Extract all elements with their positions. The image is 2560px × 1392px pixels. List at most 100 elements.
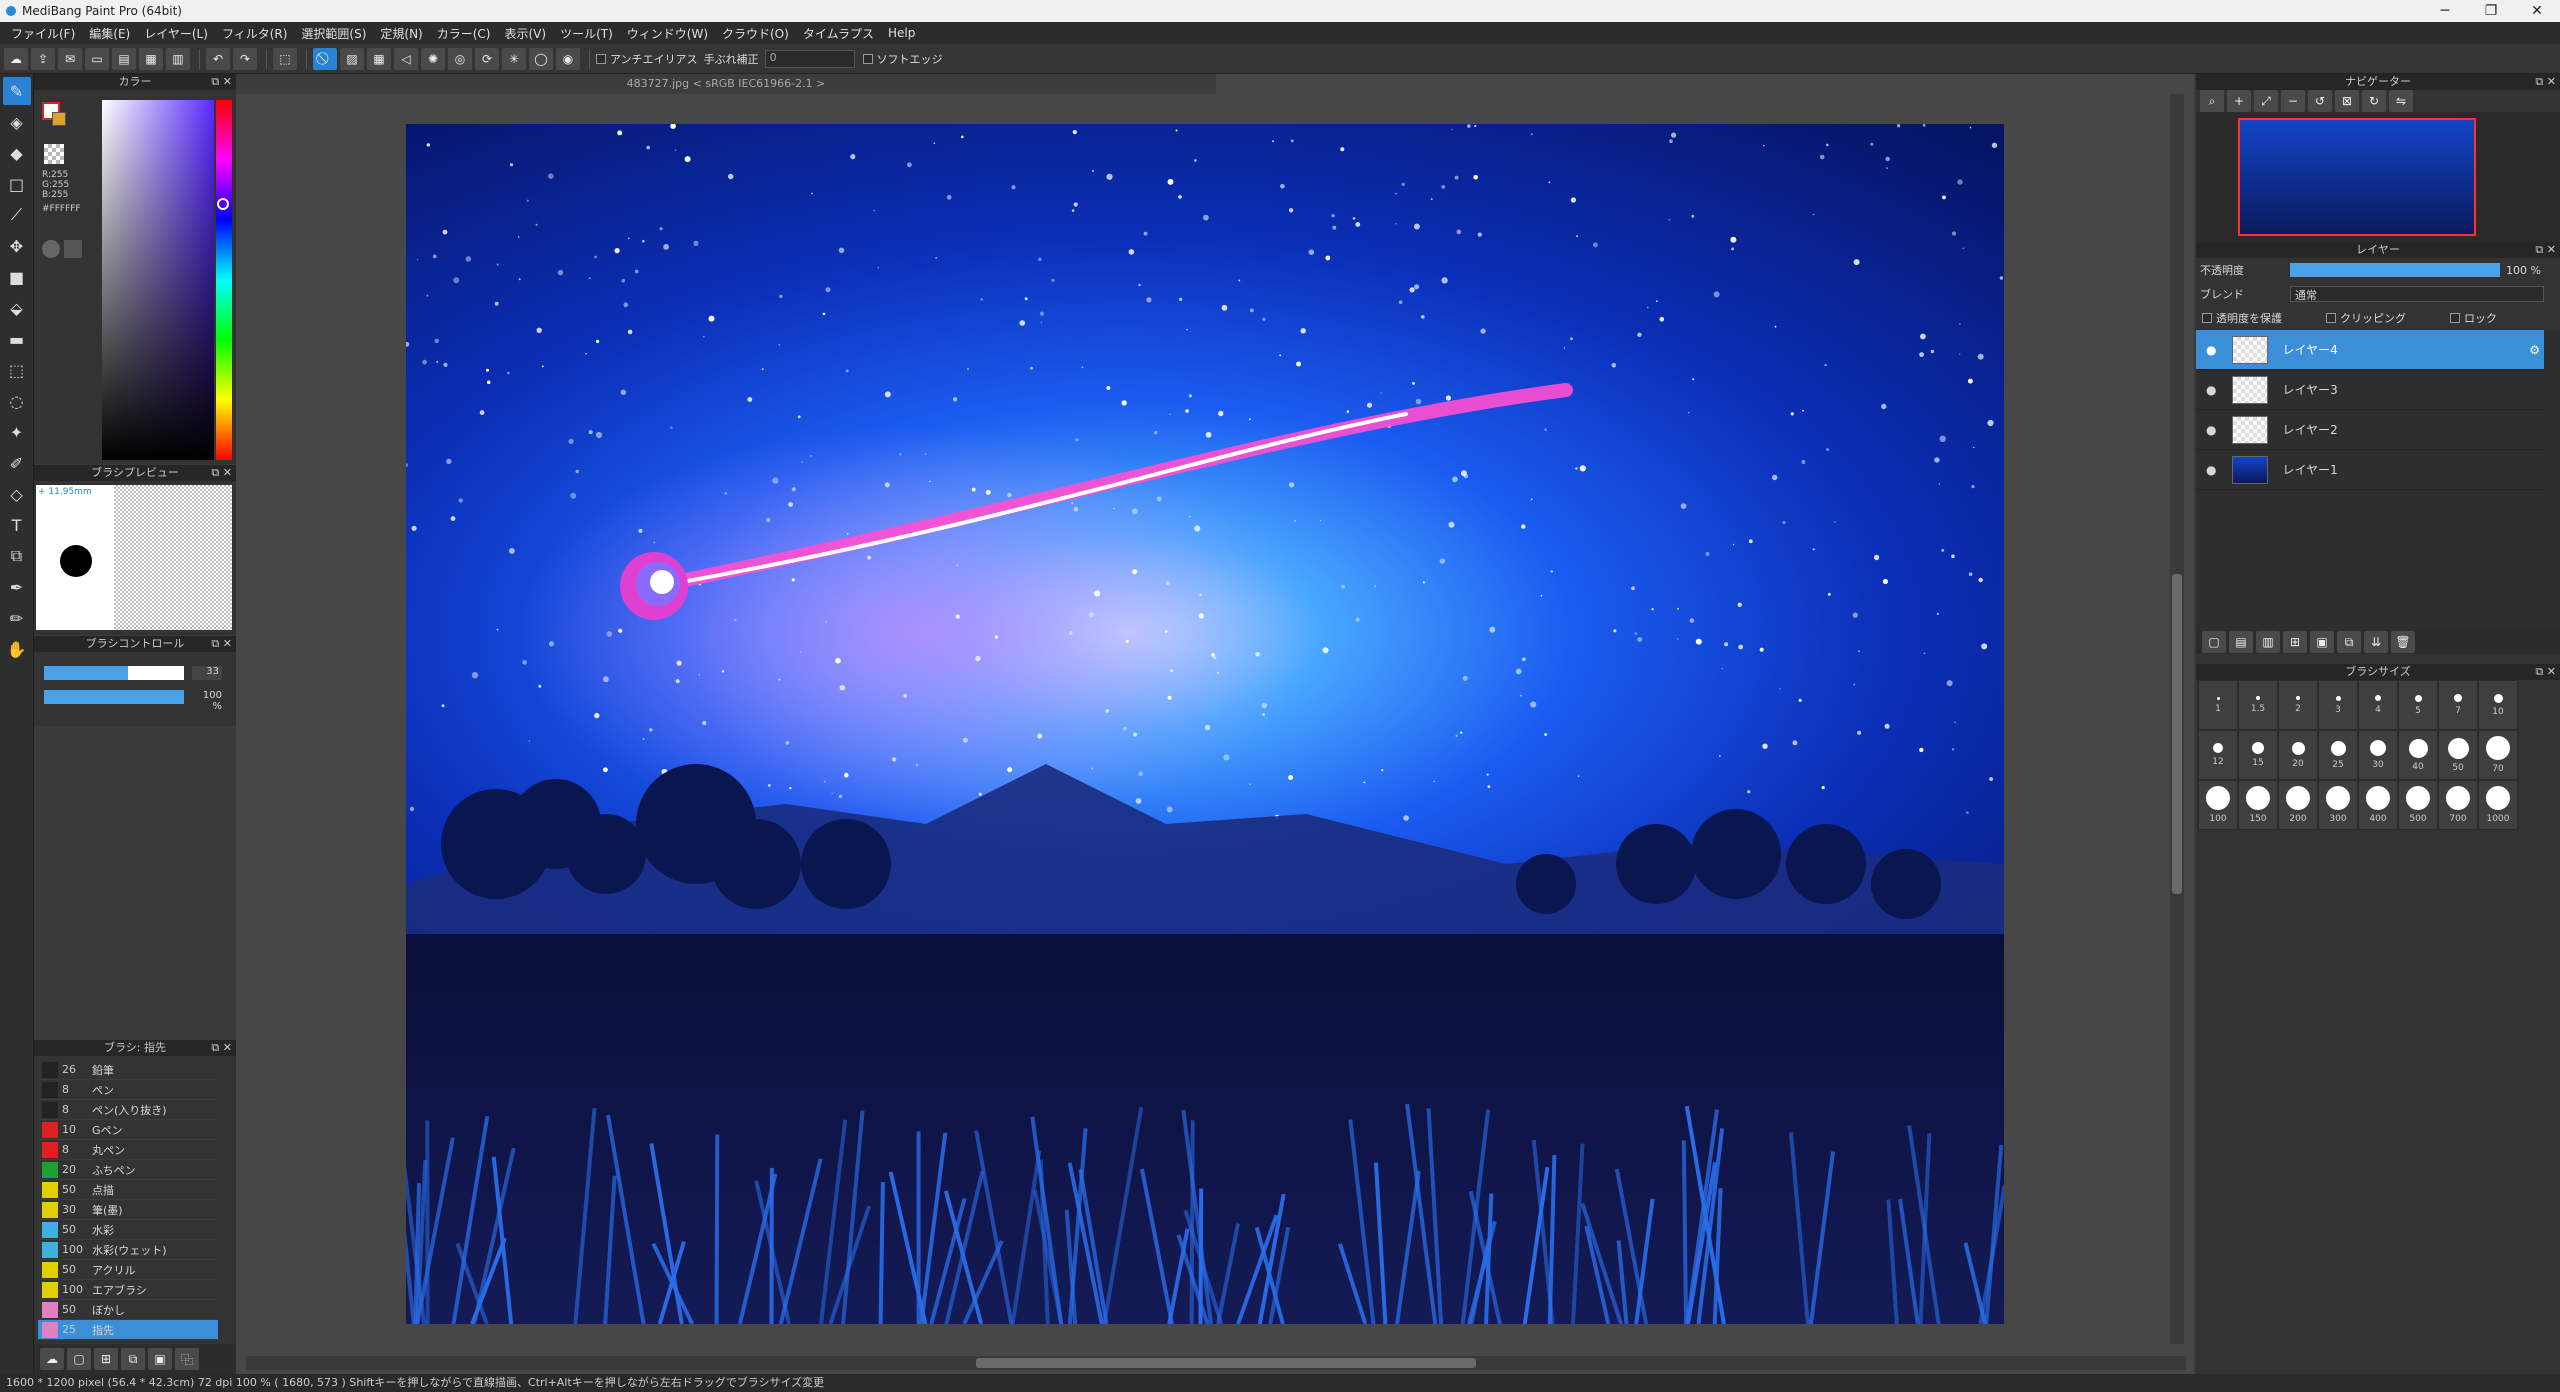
canvas-area[interactable]: 483727.jpg < sRGB IEC61966-2.1 > bbox=[236, 74, 2194, 1374]
brush-list-item[interactable]: 50 水彩 bbox=[38, 1220, 218, 1240]
brush-list-item[interactable]: 30 筆(墨) bbox=[38, 1200, 218, 1220]
brush-opacity-slider[interactable] bbox=[44, 690, 184, 704]
layer-row[interactable]: ● レイヤー3 bbox=[2196, 370, 2544, 410]
folder-icon[interactable]: ▣ bbox=[2310, 631, 2334, 653]
artwork-canvas[interactable] bbox=[406, 124, 2004, 1324]
background-color-swatch[interactable] bbox=[52, 112, 66, 126]
protect-alpha-checkbox[interactable] bbox=[2202, 313, 2212, 323]
document-tab[interactable]: 483727.jpg < sRGB IEC61966-2.1 > bbox=[236, 74, 1216, 94]
deselect-icon[interactable]: ⬚ bbox=[273, 47, 297, 70]
brush-size-cell[interactable]: 150 bbox=[2238, 780, 2278, 830]
panel-icon[interactable]: ▥ bbox=[166, 47, 190, 70]
bucket-tool-icon[interactable]: ⬙ bbox=[3, 294, 31, 322]
brush-size-cell[interactable]: 500 bbox=[2398, 780, 2438, 830]
color-wheel-icon[interactable] bbox=[42, 240, 60, 258]
rotate-right-icon[interactable]: ↻ bbox=[2362, 90, 2386, 112]
color-saturation-field[interactable] bbox=[102, 100, 214, 460]
brush-size-cell[interactable]: 5 bbox=[2398, 680, 2438, 730]
grid-icon[interactable]: ▦ bbox=[139, 47, 163, 70]
hue-slider[interactable] bbox=[216, 100, 232, 460]
menu-window[interactable]: ウィンドウ(W) bbox=[620, 25, 715, 42]
cloud-brush-icon[interactable]: ☁ bbox=[40, 1348, 64, 1370]
close-icon[interactable]: ⧉ ✕ bbox=[211, 1040, 232, 1056]
brush-size-cell[interactable]: 200 bbox=[2278, 780, 2318, 830]
brush-list-item[interactable]: 10 Gペン bbox=[38, 1120, 218, 1140]
menu-ruler[interactable]: 定規(N) bbox=[373, 25, 429, 42]
new-8bit-layer-icon[interactable]: ▥ bbox=[2256, 631, 2280, 653]
layer-row[interactable]: ● レイヤー4 ⚙ bbox=[2196, 330, 2544, 370]
reset-view-icon[interactable]: ⊠ bbox=[2335, 90, 2359, 112]
brush-list-item[interactable]: 100 エアブラシ bbox=[38, 1280, 218, 1300]
flip-icon[interactable]: ⇋ bbox=[2389, 90, 2413, 112]
blend-mode-select[interactable]: 通常 bbox=[2290, 286, 2544, 302]
snap-vanish-icon[interactable]: ◁ bbox=[394, 47, 418, 70]
brush-size-value[interactable]: 33 bbox=[192, 666, 222, 680]
lasso-tool-icon[interactable]: ◌ bbox=[3, 387, 31, 415]
close-icon[interactable]: ⧉ ✕ bbox=[2535, 664, 2556, 680]
color-palette-icon[interactable] bbox=[64, 240, 82, 258]
magic-wand-icon[interactable]: ✦ bbox=[3, 418, 31, 446]
brush-list-item[interactable]: 50 アクリル bbox=[38, 1260, 218, 1280]
brush-size-cell[interactable]: 12 bbox=[2198, 730, 2238, 780]
menu-tool[interactable]: ツール(T) bbox=[553, 25, 620, 42]
brush-size-cell[interactable]: 2 bbox=[2278, 680, 2318, 730]
brush-size-slider[interactable] bbox=[44, 666, 184, 680]
close-icon[interactable]: ⧉ ✕ bbox=[211, 74, 232, 90]
brush-size-cell[interactable]: 40 bbox=[2398, 730, 2438, 780]
softedge-checkbox[interactable] bbox=[862, 53, 873, 64]
shape-tool-icon[interactable]: □ bbox=[3, 170, 31, 198]
brush-list-item[interactable]: 100 水彩(ウェット) bbox=[38, 1240, 218, 1260]
brush-size-cell[interactable]: 1.5 bbox=[2238, 680, 2278, 730]
antialias-checkbox[interactable] bbox=[596, 53, 606, 64]
brush-list-item[interactable]: 8 丸ペン bbox=[38, 1140, 218, 1160]
transparent-swatch[interactable] bbox=[44, 144, 64, 164]
brush-size-cell[interactable]: 20 bbox=[2278, 730, 2318, 780]
zoom-icon[interactable]: ⌕ bbox=[2200, 90, 2224, 112]
gear-icon[interactable]: ⚙ bbox=[2529, 343, 2540, 357]
menu-color[interactable]: カラー(C) bbox=[430, 25, 498, 42]
new-halftone-layer-icon[interactable]: ▤ bbox=[2229, 631, 2253, 653]
duplicate-layer-icon[interactable]: ⧉ bbox=[2337, 631, 2361, 653]
brush-size-cell[interactable]: 25 bbox=[2318, 730, 2358, 780]
merge-layer-icon[interactable]: ⇊ bbox=[2364, 631, 2388, 653]
clipping-checkbox[interactable] bbox=[2326, 313, 2336, 323]
close-icon[interactable]: ⧉ ✕ bbox=[2535, 74, 2556, 90]
menu-filter[interactable]: フィルタ(R) bbox=[215, 25, 294, 42]
eyedropper-icon[interactable]: ✒ bbox=[3, 573, 31, 601]
eye-icon[interactable]: ● bbox=[2206, 463, 2216, 477]
snap-burst-icon[interactable]: ✳ bbox=[502, 47, 526, 70]
copy-icon[interactable]: ⿻ bbox=[175, 1348, 199, 1370]
delete-layer-icon[interactable]: 🗑 bbox=[2391, 631, 2415, 653]
redo-icon[interactable]: ↷ bbox=[233, 47, 257, 70]
minimize-button[interactable]: ─ bbox=[2422, 0, 2468, 22]
line-tool-icon[interactable]: ⟋ bbox=[3, 201, 31, 229]
hue-handle[interactable] bbox=[217, 198, 229, 210]
eye-icon[interactable]: ● bbox=[2206, 423, 2216, 437]
menu-file[interactable]: ファイル(F) bbox=[4, 25, 82, 42]
stabilizer-select[interactable]: 0 bbox=[764, 49, 855, 68]
brush-size-cell[interactable]: 3 bbox=[2318, 680, 2358, 730]
brush-tool-icon[interactable]: ✎ bbox=[2, 77, 31, 105]
brush-list-item[interactable]: 8 ペン(入り抜き) bbox=[38, 1100, 218, 1120]
hand-tool-icon[interactable]: ✋ bbox=[3, 635, 31, 663]
menu-help[interactable]: Help bbox=[881, 26, 922, 40]
brush-list-item[interactable]: 50 点描 bbox=[38, 1180, 218, 1200]
new-brush-icon[interactable]: ▢ bbox=[67, 1348, 91, 1370]
brush-list-item[interactable]: 25 指先 bbox=[38, 1320, 218, 1340]
zoom-in-icon[interactable]: + bbox=[2227, 90, 2251, 112]
close-icon[interactable]: ⧉ ✕ bbox=[211, 465, 232, 481]
snap-spiral-icon[interactable]: ◉ bbox=[556, 47, 580, 70]
brush-size-cell[interactable]: 100 bbox=[2198, 780, 2238, 830]
brush-size-cell[interactable]: 4 bbox=[2358, 680, 2398, 730]
eraser-tool-icon[interactable]: ◈ bbox=[3, 108, 31, 136]
brush-size-cell[interactable]: 70 bbox=[2478, 730, 2518, 780]
vertical-scroll-thumb[interactable] bbox=[2172, 574, 2182, 894]
brush-list-item[interactable]: 50 ぼかし bbox=[38, 1300, 218, 1320]
snap-radial-icon[interactable]: ✺ bbox=[421, 47, 445, 70]
snap-circle-icon[interactable]: ◎ bbox=[448, 47, 472, 70]
lock-checkbox[interactable] bbox=[2450, 313, 2460, 323]
divide-tool-icon[interactable]: ⧉ bbox=[3, 542, 31, 570]
brush-list-item[interactable]: 26 鉛筆 bbox=[38, 1060, 218, 1080]
brush-size-cell[interactable]: 300 bbox=[2318, 780, 2358, 830]
layer-row[interactable]: ● レイヤー1 bbox=[2196, 450, 2544, 490]
